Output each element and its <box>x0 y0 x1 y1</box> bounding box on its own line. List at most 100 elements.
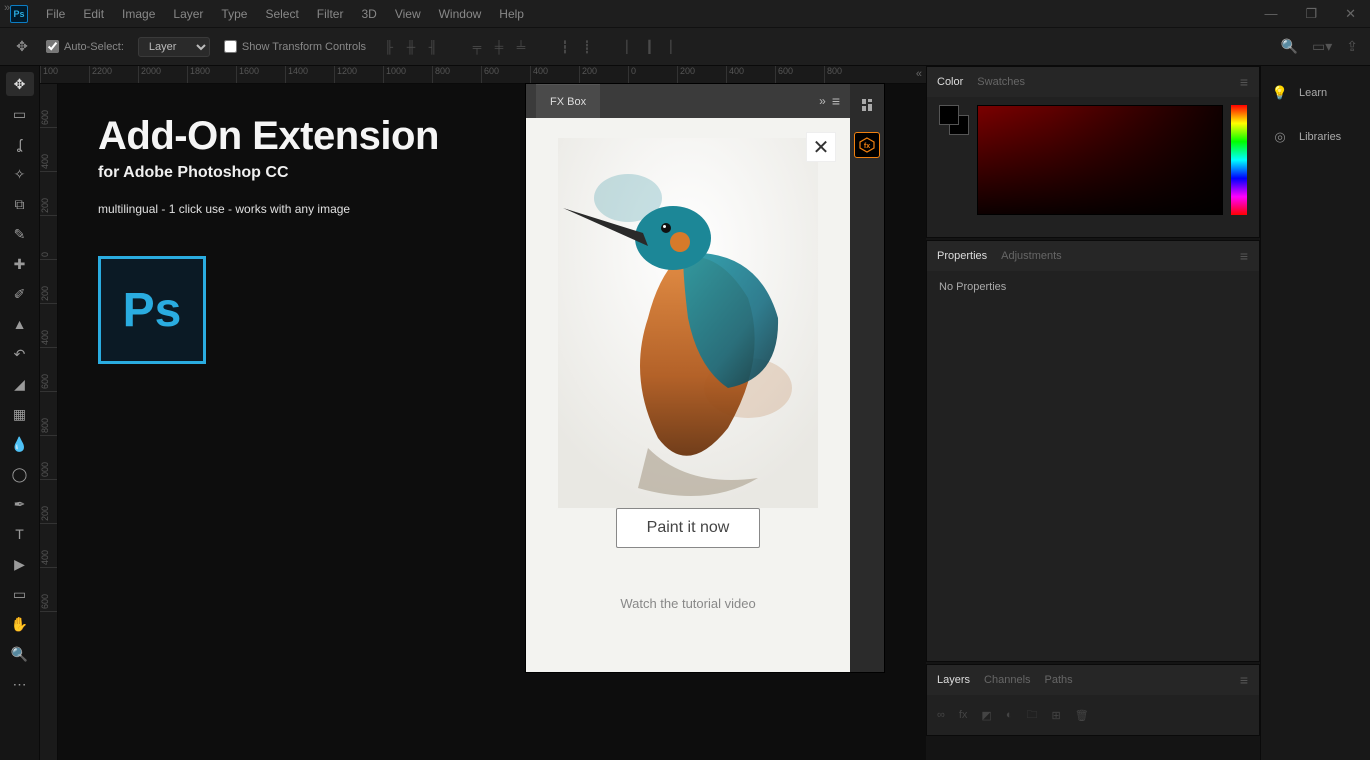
menu-layer[interactable]: Layer <box>173 7 203 21</box>
tutorial-link[interactable]: Watch the tutorial video <box>620 596 755 611</box>
distribute-right-icon[interactable]: ▏ <box>666 38 684 56</box>
menu-filter[interactable]: Filter <box>317 7 344 21</box>
history-brush-tool[interactable]: ↶ <box>6 342 34 366</box>
close-window-icon[interactable]: ✕ <box>1341 4 1360 24</box>
distribute-h-icon[interactable]: ┇ <box>556 38 574 56</box>
paint-it-now-button[interactable]: Paint it now <box>616 508 761 548</box>
magic-wand-tool[interactable]: ✧ <box>6 162 34 186</box>
tab-adjustments[interactable]: Adjustments <box>1001 250 1062 262</box>
pen-tool[interactable]: ✒ <box>6 492 34 516</box>
dodge-tool[interactable]: ◯ <box>6 462 34 486</box>
menu-help[interactable]: Help <box>499 7 524 21</box>
minimize-icon[interactable]: — <box>1260 4 1281 24</box>
maximize-icon[interactable]: ❐ <box>1301 4 1321 24</box>
fx-box-close-icon[interactable]: ✕ <box>806 132 836 162</box>
tab-color[interactable]: Color <box>937 76 963 88</box>
fx-box-header: FX Box » ≡ <box>526 84 850 118</box>
menu-select[interactable]: Select <box>265 7 298 21</box>
hand-tool[interactable]: ✋ <box>6 612 34 636</box>
show-transform-input[interactable] <box>224 40 237 53</box>
path-select-tool[interactable]: ▶ <box>6 552 34 576</box>
search-icon[interactable]: 🔍 <box>1281 38 1298 55</box>
tab-properties[interactable]: Properties <box>937 250 987 262</box>
share-icon[interactable]: ⇪ <box>1346 38 1358 55</box>
menu-bar: Ps File Edit Image Layer Type Select Fil… <box>0 0 1370 28</box>
menu-image[interactable]: Image <box>122 7 155 21</box>
group-layers-icon[interactable]: 🗀 <box>1026 706 1037 725</box>
panel-menu-icon[interactable]: ≡ <box>1240 74 1249 90</box>
align-top-icon[interactable]: ╤ <box>468 38 486 56</box>
zoom-tool[interactable]: 🔍 <box>6 642 34 666</box>
eraser-tool[interactable]: ◢ <box>6 372 34 396</box>
auto-select-input[interactable] <box>46 40 59 53</box>
shape-tool[interactable]: ▭ <box>6 582 34 606</box>
app-logo-icon: Ps <box>10 5 28 23</box>
move-tool[interactable]: ✥ <box>6 72 34 96</box>
libraries-label: Libraries <box>1299 131 1341 143</box>
fx-side-fx-icon[interactable]: fx <box>854 132 880 158</box>
menu-view[interactable]: View <box>395 7 421 21</box>
eyedropper-tool[interactable]: ✎ <box>6 222 34 246</box>
align-left-icon[interactable]: ╟ <box>380 38 398 56</box>
distribute-v-icon[interactable]: ┋ <box>578 38 596 56</box>
move-tool-icon: ✥ <box>12 37 32 57</box>
tab-swatches[interactable]: Swatches <box>977 76 1025 88</box>
layer-style-icon[interactable]: fx <box>959 709 968 721</box>
learn-tab[interactable]: 💡 Learn <box>1271 84 1360 102</box>
align-bottom-icon[interactable]: ╧ <box>512 38 530 56</box>
lasso-tool[interactable]: ʆ <box>6 132 34 156</box>
crop-tool[interactable]: ⧉ <box>6 192 34 216</box>
layer-dropdown[interactable]: Layer <box>138 37 210 57</box>
distribute-center-icon[interactable]: ▎ <box>644 38 662 56</box>
collapse-ruler-icon[interactable]: « <box>916 68 920 80</box>
photoshop-badge-icon: Ps <box>98 256 206 364</box>
panel-menu-icon[interactable]: ≡ <box>1240 672 1249 688</box>
align-center-v-icon[interactable]: ╪ <box>490 38 508 56</box>
layers-panel: Layers Channels Paths ≡ ∞ fx ◩ ◐ 🗀 ⊞ 🗑 <box>926 664 1260 736</box>
layer-mask-icon[interactable]: ◩ <box>981 709 991 722</box>
menu-edit[interactable]: Edit <box>83 7 104 21</box>
fx-box-menu-icon[interactable]: ≡ <box>832 93 840 109</box>
kingfisher-image <box>558 138 818 508</box>
menu-type[interactable]: Type <box>221 7 247 21</box>
adjustment-layer-icon[interactable]: ◐ <box>1006 709 1013 721</box>
hue-slider[interactable] <box>1231 105 1247 215</box>
more-tools-icon[interactable]: ⋯ <box>6 672 34 696</box>
workspace-switch-icon[interactable]: ▭▾ <box>1312 38 1332 55</box>
collapse-toolbar-icon[interactable]: » <box>4 2 8 14</box>
menu-file[interactable]: File <box>46 7 65 21</box>
panel-menu-icon[interactable]: ≡ <box>1240 248 1249 264</box>
clone-stamp-tool[interactable]: ▲ <box>6 312 34 336</box>
marquee-tool[interactable]: ▭ <box>6 102 34 126</box>
fx-box-panel: FX Box » ≡ ✕ <box>526 84 884 672</box>
libraries-tab[interactable]: ◎ Libraries <box>1271 128 1360 146</box>
brush-tool[interactable]: ✐ <box>6 282 34 306</box>
svg-text:fx: fx <box>864 143 870 150</box>
color-field[interactable] <box>977 105 1223 215</box>
fg-bg-swatch[interactable] <box>939 105 969 135</box>
gradient-tool[interactable]: ▦ <box>6 402 34 426</box>
auto-select-checkbox[interactable]: Auto-Select: <box>46 40 124 53</box>
tab-layers[interactable]: Layers <box>937 674 970 686</box>
type-tool[interactable]: T <box>6 522 34 546</box>
align-right-icon[interactable]: ╢ <box>424 38 442 56</box>
blur-tool[interactable]: 💧 <box>6 432 34 456</box>
delete-layer-icon[interactable]: 🗑 <box>1075 709 1089 722</box>
foreground-color-swatch[interactable] <box>939 105 959 125</box>
fx-box-tab[interactable]: FX Box <box>536 84 600 118</box>
fx-side-tool-icon[interactable] <box>854 92 880 118</box>
link-layers-icon[interactable]: ∞ <box>937 709 945 721</box>
new-layer-icon[interactable]: ⊞ <box>1051 709 1060 722</box>
healing-brush-tool[interactable]: ✚ <box>6 252 34 276</box>
tab-channels[interactable]: Channels <box>984 674 1030 686</box>
show-transform-checkbox[interactable]: Show Transform Controls <box>224 40 366 53</box>
menu-3d[interactable]: 3D <box>361 7 376 21</box>
window-controls: — ❐ ✕ <box>1260 4 1360 24</box>
tool-bar: » ✥ ▭ ʆ ✧ ⧉ ✎ ✚ ✐ ▲ ↶ ◢ ▦ 💧 ◯ ✒ T ▶ ▭ ✋ … <box>0 66 40 760</box>
tab-paths[interactable]: Paths <box>1045 674 1073 686</box>
menu-window[interactable]: Window <box>439 7 482 21</box>
fx-box-collapse-icon[interactable]: » <box>819 94 824 108</box>
distribute-left-icon[interactable]: ▏ <box>622 38 640 56</box>
align-center-h-icon[interactable]: ╫ <box>402 38 420 56</box>
fx-box-body: ✕ <box>526 118 850 672</box>
